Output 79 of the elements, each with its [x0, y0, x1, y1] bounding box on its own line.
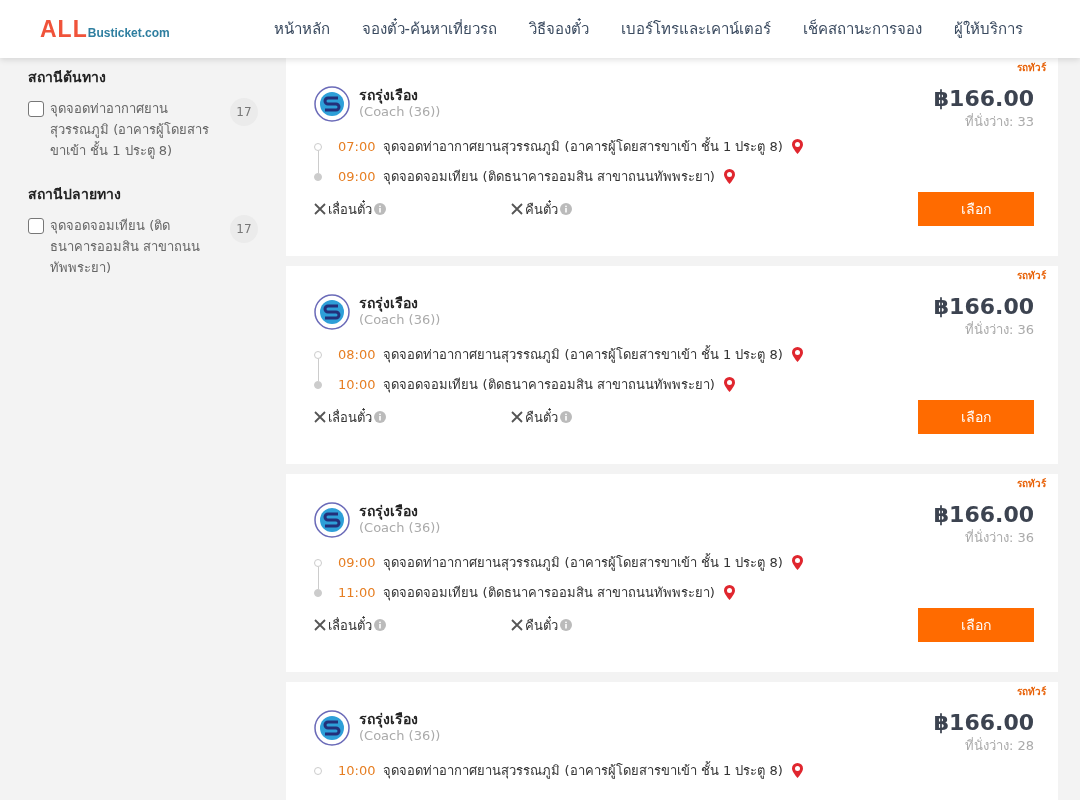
site-logo[interactable]: ALLBusticket.com: [40, 15, 170, 43]
bus-type-tag: รถทัวร์: [1017, 684, 1046, 699]
map-pin-icon: [790, 554, 804, 572]
map-pin-icon: [722, 168, 736, 186]
ticket-price: ฿166.00: [933, 86, 1034, 111]
map-pin-icon: [722, 376, 736, 394]
close-icon: [314, 411, 326, 423]
info-icon: [560, 203, 572, 215]
ticket-price: ฿166.00: [933, 294, 1034, 319]
nav-link[interactable]: เบอร์โทรและเคาน์เตอร์: [621, 17, 771, 41]
map-pin-icon: [790, 138, 804, 156]
close-icon: [314, 203, 326, 215]
nav-link[interactable]: เช็คสถานะการจอง: [803, 17, 922, 41]
ticket-price: ฿166.00: [933, 710, 1034, 735]
available-seats: ที่นั่งว่าง: 28: [964, 735, 1034, 756]
close-icon: [511, 619, 523, 631]
operator-name: รถรุ่งเรือง: [359, 710, 419, 728]
count-badge: 17: [230, 98, 258, 126]
operator-name: รถรุ่งเรือง: [359, 294, 419, 312]
departure-time: 08:00: [338, 346, 376, 364]
stop-name: จุดจอดท่าอากาศยานสุวรรณภูมิ (อาคารผู้โดยสารขาเข้า ชั้น 1 ประตู 8): [383, 554, 783, 572]
bus-class: (Coach (36)): [359, 728, 441, 743]
stop-name: จุดจอดท่าอากาศยานสุวรรณภูมิ (อาคารผู้โดยสารขาเข้า ชั้น 1 ประตู 8): [383, 762, 783, 780]
operator-name: รถรุ่งเรือง: [359, 502, 419, 520]
checkbox[interactable]: [28, 101, 44, 117]
bus-company-logo-icon: [314, 86, 350, 122]
filter-heading: สถานีปลายทาง: [28, 185, 122, 204]
ticket-policy-label: คืนตั๋ว: [525, 199, 558, 219]
timeline-dot: [314, 767, 322, 775]
nav-link[interactable]: ผู้ให้บริการ: [954, 17, 1023, 41]
ticket-policy-label: เลื่อนตั๋ว: [328, 199, 372, 219]
stop-name: จุดจอดจอมเทียน (ติดธนาคารออมสิน สาขาถนนทัพพระยา): [383, 584, 715, 602]
nav-link[interactable]: หน้าหลัก: [273, 17, 330, 41]
departure-time: 11:00: [338, 584, 376, 602]
available-seats: ที่นั่งว่าง: 36: [964, 527, 1034, 548]
count-badge: 17: [230, 215, 258, 243]
filter-option-label: จุดจอดจอมเทียน (ติดธนาคารออมสิน สาขาถนนทัพพระยา): [50, 217, 202, 277]
bus-class: (Coach (36)): [359, 520, 441, 535]
stop-name: จุดจอดจอมเทียน (ติดธนาคารออมสิน สาขาถนนทัพพระยา): [383, 168, 715, 186]
stop-name: จุดจอดจอมเทียน (ติดธนาคารออมสิน สาขาถนนทัพพระยา): [383, 376, 715, 394]
info-icon: [374, 619, 386, 631]
nav-link[interactable]: วิธีจองตั๋ว: [529, 17, 589, 41]
close-icon: [314, 619, 326, 631]
bus-company-logo-icon: [314, 502, 350, 538]
bus-type-tag: รถทัวร์: [1017, 60, 1046, 75]
ticket-policy-label: คืนตั๋ว: [525, 615, 558, 635]
info-icon: [374, 411, 386, 423]
filter-option-label: จุดจอดท่าอากาศยานสุวรรณภูมิ (อาคารผู้โดยสารขาเข้า ชั้น 1 ประตู 8): [50, 100, 211, 161]
info-icon: [374, 203, 386, 215]
ticket-policy-label: เลื่อนตั๋ว: [328, 615, 372, 635]
available-seats: ที่นั่งว่าง: 36: [964, 319, 1034, 340]
stop-name: จุดจอดท่าอากาศยานสุวรรณภูมิ (อาคารผู้โดยสารขาเข้า ชั้น 1 ประตู 8): [383, 346, 783, 364]
checkbox[interactable]: [28, 218, 44, 234]
map-pin-icon: [790, 762, 804, 780]
ticket-price: ฿166.00: [933, 502, 1034, 527]
filter-heading: สถานีต้นทาง: [28, 68, 107, 87]
ticket-policy-label: เลื่อนตั๋ว: [328, 407, 372, 427]
map-pin-icon: [722, 584, 736, 602]
info-icon: [560, 411, 572, 423]
bus-class: (Coach (36)): [359, 312, 441, 327]
departure-time: 09:00: [338, 168, 376, 186]
ticket-policy-label: คืนตั๋ว: [525, 407, 558, 427]
bus-type-tag: รถทัวร์: [1017, 476, 1046, 491]
departure-time: 07:00: [338, 138, 376, 156]
operator-name: รถรุ่งเรือง: [359, 86, 419, 104]
close-icon: [511, 203, 523, 215]
nav-link[interactable]: จองตั๋ว-ค้นหาเที่ยวรถ: [361, 17, 497, 41]
departure-time: 10:00: [338, 376, 376, 394]
available-seats: ที่นั่งว่าง: 33: [964, 111, 1034, 132]
bus-class: (Coach (36)): [359, 104, 441, 119]
bus-type-tag: รถทัวร์: [1017, 268, 1046, 283]
map-pin-icon: [790, 346, 804, 364]
bus-company-logo-icon: [314, 294, 350, 330]
departure-time: 09:00: [338, 554, 376, 572]
info-icon: [560, 619, 572, 631]
departure-time: 10:00: [338, 762, 376, 780]
close-icon: [511, 411, 523, 423]
bus-company-logo-icon: [314, 710, 350, 746]
stop-name: จุดจอดท่าอากาศยานสุวรรณภูมิ (อาคารผู้โดยสารขาเข้า ชั้น 1 ประตู 8): [383, 138, 783, 156]
